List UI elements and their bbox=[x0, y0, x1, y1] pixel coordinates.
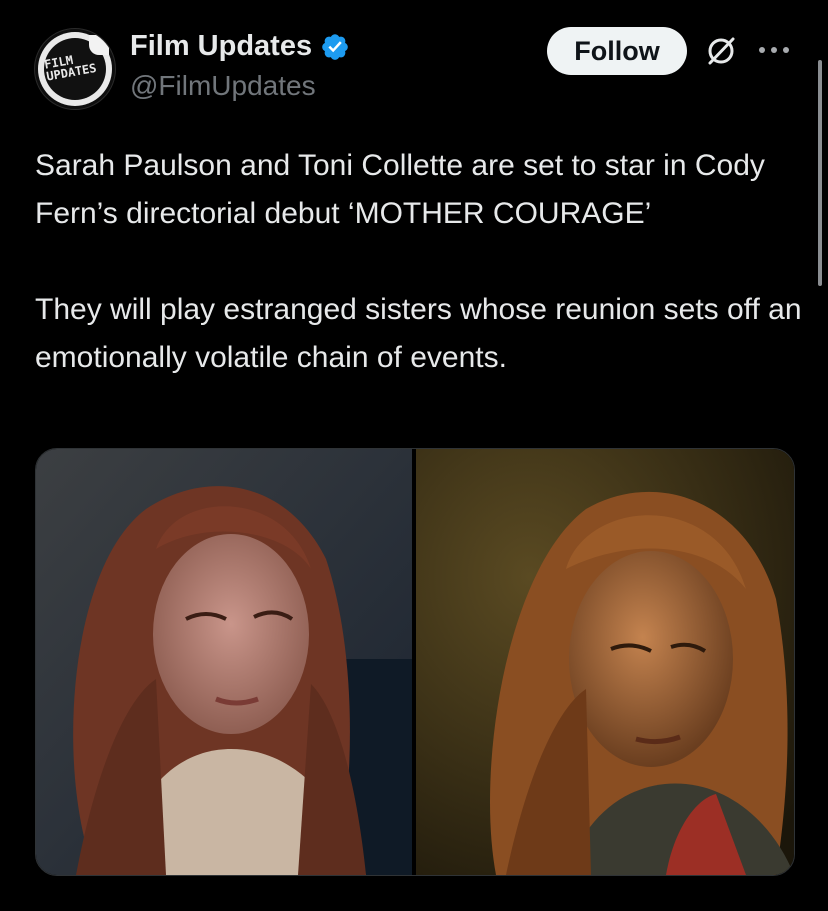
photo-left[interactable] bbox=[36, 449, 412, 875]
author-name-row[interactable]: Film Updates bbox=[130, 30, 350, 63]
more-options-icon[interactable] bbox=[757, 40, 791, 60]
avatar[interactable]: FILM UPDATES bbox=[34, 28, 116, 110]
follow-button[interactable]: Follow bbox=[547, 27, 687, 75]
author-name[interactable]: Film Updates bbox=[130, 30, 312, 63]
author-handle[interactable]: @FilmUpdates bbox=[130, 70, 316, 102]
photo-right[interactable] bbox=[416, 449, 794, 875]
avatar-page-curl bbox=[89, 35, 109, 55]
tweet-paragraph-2: They will play estranged sisters whose r… bbox=[35, 293, 802, 374]
media-grid[interactable] bbox=[35, 448, 795, 876]
scrollbar[interactable] bbox=[818, 60, 822, 286]
tweet-paragraph-1: Sarah Paulson and Toni Collette are set … bbox=[35, 149, 765, 230]
grok-icon[interactable] bbox=[703, 33, 739, 69]
tweet-text: Sarah Paulson and Toni Collette are set … bbox=[35, 142, 805, 382]
verified-badge-icon bbox=[322, 33, 348, 60]
